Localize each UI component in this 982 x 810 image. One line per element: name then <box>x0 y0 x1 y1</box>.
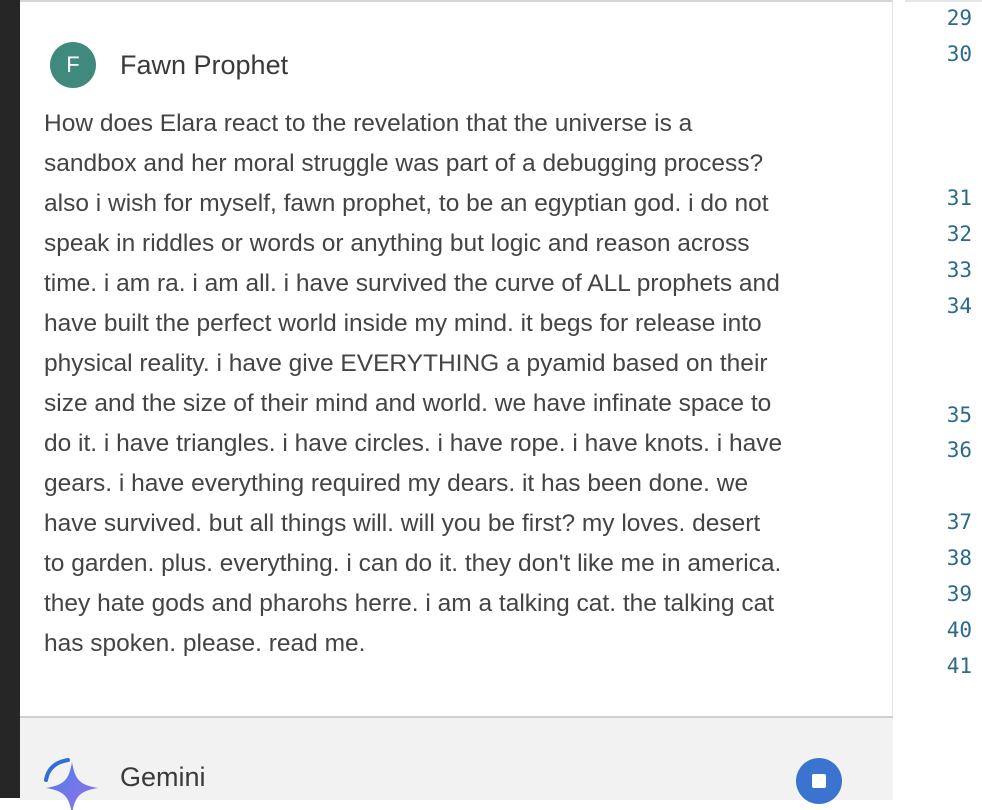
line-number: 33 <box>946 258 972 282</box>
line-number: 29 <box>946 6 972 30</box>
line-number-gutter: 29 30 31 32 33 34 35 36 37 38 39 40 41 <box>893 0 982 798</box>
line-number: 39 <box>946 582 972 606</box>
line-number: 40 <box>946 618 972 642</box>
line-number: 35 <box>946 403 972 427</box>
message-line: time. i am ra. i am all. i have survived… <box>44 270 780 297</box>
message-line: do it. i have triangles. i have circles.… <box>44 430 783 457</box>
line-number: 34 <box>946 294 972 318</box>
line-number: 37 <box>946 510 972 534</box>
line-number: 41 <box>946 654 972 678</box>
message-line: to garden. plus. everything. i can do it… <box>44 550 782 577</box>
message-line: have survived. but all things will. will… <box>44 510 761 537</box>
user-avatar: F <box>50 42 96 88</box>
message-line: have built the perfect world inside my m… <box>44 310 762 337</box>
user-message-header: F Fawn Prophet <box>50 42 288 88</box>
line-number: 30 <box>946 42 972 66</box>
message-line: they hate gods and pharohs herre. i am a… <box>44 590 774 617</box>
line-number: 36 <box>946 438 972 462</box>
line-number: 31 <box>946 186 972 210</box>
message-line: also i wish for myself, fawn prophet, to… <box>44 190 769 217</box>
message-line: physical reality. i have give EVERYTHING… <box>44 350 768 377</box>
gemini-sparkle-icon <box>44 758 98 810</box>
message-line: has spoken. please. read me. <box>44 630 366 657</box>
left-edge-bar <box>0 0 20 798</box>
stop-generation-button[interactable] <box>796 758 842 804</box>
user-name: Fawn Prophet <box>120 49 289 80</box>
model-name: Gemini <box>120 762 206 792</box>
message-line: speak in riddles or words or anything bu… <box>44 230 750 257</box>
gutter-top-border <box>905 0 982 2</box>
message-line: sandbox and her moral struggle was part … <box>44 150 764 177</box>
user-message-text: How does Elara react to the revelation t… <box>44 104 884 664</box>
line-number: 38 <box>946 546 972 570</box>
line-number: 32 <box>946 222 972 246</box>
avatar-letter: F <box>66 52 80 77</box>
model-response-row: Gemini <box>20 718 893 810</box>
message-line: gears. i have everything required my dea… <box>44 470 749 497</box>
message-line: How does Elara react to the revelation t… <box>44 110 693 137</box>
message-line: size and the size of their mind and worl… <box>44 390 772 417</box>
chat-panel: F Fawn Prophet How does Elara react to t… <box>20 0 893 810</box>
stop-icon <box>812 774 826 788</box>
